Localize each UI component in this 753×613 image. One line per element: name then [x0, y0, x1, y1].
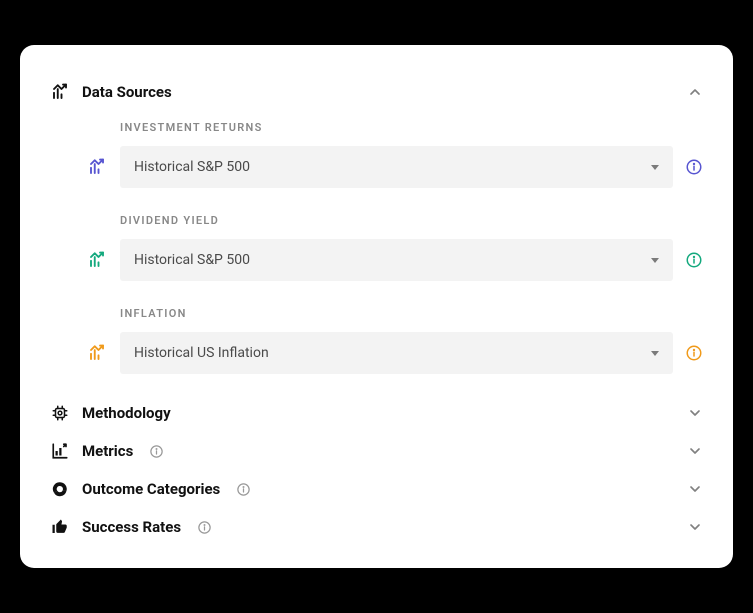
chevron-down-icon	[687, 405, 703, 421]
chart-arrow-icon	[86, 344, 108, 362]
select-value: Historical S&P 500	[134, 159, 250, 175]
chevron-up-icon	[687, 84, 703, 100]
section-header-methodology[interactable]: Methodology	[50, 394, 703, 432]
section-title: Data Sources	[82, 83, 172, 101]
select-dividend-yield[interactable]: Historical S&P 500	[120, 239, 673, 281]
chip-icon	[50, 404, 70, 422]
info-icon[interactable]	[236, 482, 251, 497]
select-value: Historical US Inflation	[134, 345, 269, 361]
chart-arrow-icon	[86, 251, 108, 269]
donut-chart-icon	[50, 480, 70, 498]
section-header-outcome-categories[interactable]: Outcome Categories	[50, 470, 703, 508]
info-icon[interactable]	[197, 520, 212, 535]
chart-arrow-icon	[50, 83, 70, 101]
field-investment-returns: INVESTMENT RETURNS Historical S&P 500	[86, 121, 703, 188]
thumbs-up-icon	[50, 518, 70, 536]
bar-chart-icon	[50, 442, 70, 460]
info-icon[interactable]	[685, 344, 703, 362]
info-icon[interactable]	[685, 251, 703, 269]
field-label: INFLATION	[120, 307, 703, 320]
section-header-data-sources[interactable]: Data Sources	[50, 73, 703, 111]
section-title: Metrics	[82, 442, 133, 460]
field-dividend-yield: DIVIDEND YIELD Historical S&P 500	[86, 214, 703, 281]
section-header-success-rates[interactable]: Success Rates	[50, 508, 703, 546]
info-icon[interactable]	[685, 158, 703, 176]
section-header-metrics[interactable]: Metrics	[50, 432, 703, 470]
select-value: Historical S&P 500	[134, 252, 250, 268]
settings-panel: Data Sources INVESTMENT RETURNS Historic…	[20, 45, 733, 568]
section-title: Success Rates	[82, 518, 181, 536]
field-label: DIVIDEND YIELD	[120, 214, 703, 227]
field-inflation: INFLATION Historical US Inflation	[86, 307, 703, 374]
caret-down-icon	[651, 258, 659, 263]
caret-down-icon	[651, 351, 659, 356]
chevron-down-icon	[687, 519, 703, 535]
section-title: Outcome Categories	[82, 480, 220, 498]
info-icon[interactable]	[149, 444, 164, 459]
section-body-data-sources: INVESTMENT RETURNS Historical S&P 500	[50, 111, 703, 394]
select-inflation[interactable]: Historical US Inflation	[120, 332, 673, 374]
field-label: INVESTMENT RETURNS	[120, 121, 703, 134]
chart-arrow-icon	[86, 158, 108, 176]
section-title: Methodology	[82, 404, 171, 422]
select-investment-returns[interactable]: Historical S&P 500	[120, 146, 673, 188]
chevron-down-icon	[687, 443, 703, 459]
caret-down-icon	[651, 165, 659, 170]
chevron-down-icon	[687, 481, 703, 497]
